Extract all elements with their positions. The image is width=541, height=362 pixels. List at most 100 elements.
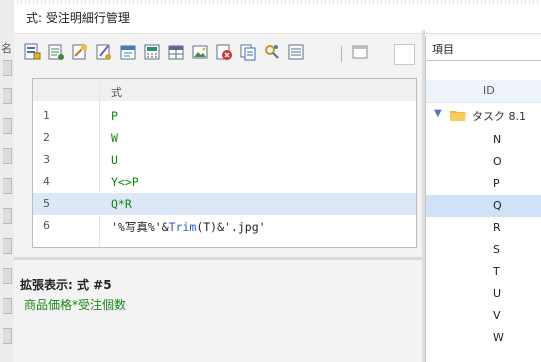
field-category-select[interactable]: 項目 [426, 36, 541, 61]
expanded-display-title: 拡張表示: 式 #5 [20, 278, 112, 292]
background-tab [3, 268, 12, 284]
insert-constant-button[interactable] [118, 42, 138, 62]
field-item-label: R [493, 221, 501, 234]
insert-table-button[interactable] [46, 42, 66, 62]
tree-node[interactable]: ▼ タスク 8.1 [426, 104, 541, 126]
toolbar-color-box[interactable] [394, 44, 415, 65]
formula-row[interactable]: 2 W [33, 127, 416, 149]
insert-command-icon [96, 44, 111, 60]
background-tab [3, 238, 12, 254]
insert-field-button[interactable] [22, 42, 42, 62]
field-item-label: T [493, 265, 500, 278]
find-button[interactable] [262, 42, 282, 62]
formula-column-header[interactable]: 式 [111, 84, 122, 100]
pane-splitter[interactable] [14, 257, 422, 260]
list-button[interactable] [286, 42, 306, 62]
toolbar [14, 38, 416, 66]
formula-list-header: 式 [33, 79, 416, 101]
field-item-label: U [493, 287, 502, 300]
background-tab [3, 60, 12, 76]
title-bar-texture [14, 0, 541, 4]
id-column-header[interactable]: ID [483, 84, 495, 97]
insert-table-icon [48, 44, 64, 60]
toolbar-separator [341, 46, 342, 62]
field-item[interactable]: N [426, 129, 541, 151]
field-item-label: V [493, 309, 501, 322]
field-item-label: P [493, 177, 500, 190]
row-number: 5 [43, 197, 50, 210]
formula-text: '%写真%'&Trim(T)&'.jpg' [111, 219, 266, 235]
formula-row[interactable]: 4 Y<>P [33, 171, 416, 193]
formula-row-selected[interactable]: 5 Q*R [33, 193, 416, 215]
field-item[interactable]: O [426, 151, 541, 173]
list-icon [288, 44, 304, 60]
row-number: 2 [43, 131, 50, 144]
title-bar[interactable]: 式: 受注明細行管理 [14, 0, 541, 34]
formula-list: 式 1 P 2 W 3 U 4 Y<>P 5 Q*R 6 '%写真%'&Trim… [32, 78, 417, 248]
field-item[interactable]: T [426, 261, 541, 283]
field-item-label: Q [493, 199, 502, 212]
insert-calc-button[interactable] [142, 42, 162, 62]
tree-node-label: タスク 8.1 [472, 110, 526, 123]
field-item-label: S [493, 243, 500, 256]
window-title: 式: 受注明細行管理 [26, 11, 130, 25]
delete-row-button[interactable] [214, 42, 234, 62]
copy-row-button[interactable] [238, 42, 258, 62]
background-tab [3, 328, 12, 344]
background-tab [3, 298, 12, 314]
insert-image-icon [192, 45, 208, 59]
insert-constant-icon [120, 45, 136, 60]
formula-function: Trim [168, 220, 197, 234]
field-item-label: N [493, 133, 502, 146]
insert-grid-icon [168, 45, 184, 60]
window-icon [352, 45, 368, 59]
row-number: 6 [43, 219, 50, 232]
expanded-display-value: 商品価格*受注個数 [24, 298, 127, 312]
window-button[interactable] [350, 42, 370, 62]
row-number: 3 [43, 153, 50, 166]
formula-text: Q*R [111, 197, 132, 211]
field-item[interactable]: U [426, 283, 541, 305]
background-tab [3, 178, 12, 194]
insert-command-button[interactable] [94, 42, 114, 62]
insert-function-icon [72, 44, 87, 60]
formula-text: W [111, 131, 118, 145]
insert-function-button[interactable] [70, 42, 90, 62]
formula-row[interactable]: 1 P [33, 105, 416, 127]
find-icon [265, 45, 279, 59]
field-item-selected[interactable]: Q [426, 195, 541, 217]
formula-text: P [111, 109, 118, 123]
background-tab [3, 88, 12, 104]
formula-literal: (T)&'.jpg' [196, 220, 266, 234]
background-tab [3, 208, 12, 224]
field-item[interactable]: P [426, 173, 541, 195]
field-item[interactable]: S [426, 239, 541, 261]
field-item[interactable]: R [426, 217, 541, 239]
formula-window: 式: 受注明細行管理 式 1 P 2 W 3 U 4 Y<>P 5 Q*R 6 … [14, 0, 541, 362]
row-number: 1 [43, 109, 50, 122]
field-item[interactable]: V [426, 305, 541, 327]
field-category-label: 項目 [432, 43, 454, 56]
field-list-pane: 項目 ID ▼ タスク 8.1 N O P Q R S T U V W [425, 36, 541, 362]
background-tab [3, 118, 12, 134]
formula-row[interactable]: 3 U [33, 149, 416, 171]
formula-literal: '%写真%'& [111, 220, 169, 234]
field-item[interactable]: W [426, 327, 541, 349]
field-item-label: W [493, 331, 504, 344]
field-item-label: O [493, 155, 502, 168]
field-list-header: ID [426, 80, 541, 103]
delete-row-icon [216, 44, 232, 60]
formula-row[interactable]: 6 '%写真%'&Trim(T)&'.jpg' [33, 215, 416, 237]
folder-icon [450, 111, 466, 121]
formula-text: U [111, 153, 118, 167]
background-tab [3, 148, 12, 164]
formula-text: Y<>P [111, 175, 139, 189]
copy-row-icon [240, 44, 256, 61]
insert-calc-icon [144, 44, 160, 60]
row-number: 4 [43, 175, 50, 188]
insert-field-icon [24, 43, 41, 60]
expand-arrow-icon[interactable]: ▼ [434, 108, 442, 119]
insert-image-button[interactable] [190, 42, 210, 62]
insert-grid-button[interactable] [166, 42, 186, 62]
background-label: 名 [1, 42, 12, 55]
